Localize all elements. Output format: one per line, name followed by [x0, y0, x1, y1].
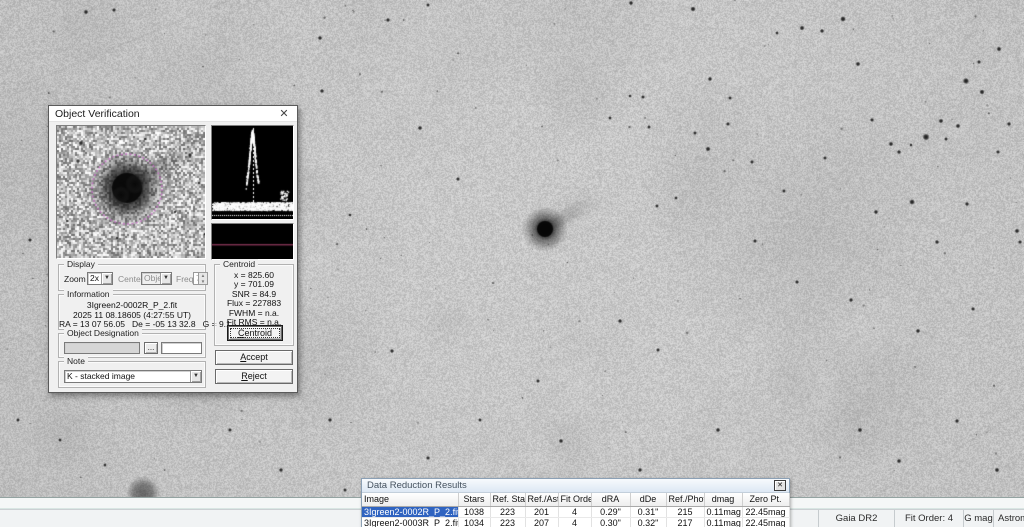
center-label: Center: [118, 274, 144, 284]
object-image-panel: [56, 125, 206, 259]
status-fit-order: Fit Order: 4: [894, 510, 963, 527]
designation-field-2[interactable]: [161, 342, 202, 354]
cell-dmag[interactable]: 0.11mag: [704, 506, 743, 518]
table-row[interactable]: 3Igreen2-0003R_P_2.fit 1034 223 207 4 0.30" 0.…: [362, 517, 790, 527]
col-ref-phot[interactable]: Ref./Phot.: [666, 493, 705, 507]
object-designation-group: Object Designation ...: [58, 328, 206, 358]
note-value: K - stacked image: [67, 371, 136, 381]
status-app: Astrome: [993, 510, 1024, 527]
display-group: Display Zoom 2x ▼ Center Object ▼ Freq. …: [58, 259, 208, 291]
object-designation-label: Object Designation: [64, 328, 142, 338]
freq-spinner: 7 ▲▼: [193, 272, 208, 285]
cell-dde[interactable]: 0.31": [630, 506, 667, 518]
object-image-canvas: [57, 126, 205, 258]
cell-stars[interactable]: 1034: [458, 517, 491, 527]
cell-zero_pt[interactable]: 22.45mag: [742, 506, 790, 518]
cell-image[interactable]: 3Igreen2-0002R_P_2.fit: [362, 506, 459, 518]
col-dra[interactable]: dRA: [591, 493, 631, 507]
col-zero-pt[interactable]: Zero Pt.: [742, 493, 790, 507]
results-table-body: 3Igreen2-0002R_P_2.fit 1038 223 201 4 0.29" 0.…: [362, 506, 790, 527]
results-table: Image Stars Ref. Stars Ref./Ast. Fit Ord…: [362, 493, 790, 527]
dialog-title-bar[interactable]: Object Verification ✕: [49, 106, 297, 122]
zoom-label: Zoom: [64, 274, 86, 284]
centroid-group: Centroid x = 825.60 y = 701.09 SNR = 84.…: [214, 259, 294, 346]
results-title-bar[interactable]: Data Reduction Results ✕: [362, 479, 789, 493]
background-slice-panel: [211, 223, 294, 260]
centroid-group-label: Centroid: [220, 259, 259, 269]
cell-stars[interactable]: 1038: [458, 506, 491, 518]
cell-dra[interactable]: 0.29": [591, 506, 631, 518]
zoom-value: 2x: [90, 273, 99, 283]
close-icon[interactable]: ✕: [774, 480, 786, 491]
slice-canvas: [212, 224, 293, 259]
spin-down-icon: ▼: [200, 278, 206, 284]
astrometrica-main-window: Object Verification ✕ Display Zoom 2x ▼: [0, 0, 1024, 527]
col-fit-order[interactable]: Fit Order: [558, 493, 592, 507]
cell-ref_stars[interactable]: 223: [490, 517, 526, 527]
col-image[interactable]: Image: [362, 493, 459, 507]
col-ref-ast[interactable]: Ref./Ast.: [525, 493, 559, 507]
cell-ref_ast[interactable]: 207: [525, 517, 559, 527]
psf-profile-panel: [211, 125, 294, 220]
reject-button[interactable]: Reject: [215, 369, 293, 384]
cell-dde[interactable]: 0.32": [630, 517, 667, 527]
data-reduction-results-window: Data Reduction Results ✕ Image Stars Ref…: [361, 478, 790, 527]
designation-field: [64, 342, 140, 354]
dialog-title: Object Verification: [55, 108, 140, 120]
object-verification-dialog: Object Verification ✕ Display Zoom 2x ▼: [48, 105, 298, 393]
cell-ref_ast[interactable]: 201: [525, 506, 559, 518]
cell-dmag[interactable]: 0.11mag: [704, 517, 743, 527]
zoom-select[interactable]: 2x ▼: [87, 272, 113, 285]
results-title: Data Reduction Results: [367, 480, 467, 491]
col-stars[interactable]: Stars: [458, 493, 491, 507]
cell-dra[interactable]: 0.30": [591, 517, 631, 527]
accept-button[interactable]: Accept: [215, 350, 293, 365]
table-row[interactable]: 3Igreen2-0002R_P_2.fit 1038 223 201 4 0.29" 0.…: [362, 506, 790, 518]
note-group: Note K - stacked image ▼: [58, 356, 206, 388]
col-dde[interactable]: dDe: [630, 493, 667, 507]
close-icon[interactable]: ✕: [277, 106, 291, 122]
note-group-label: Note: [64, 356, 88, 366]
cell-fit_order[interactable]: 4: [558, 506, 592, 518]
cell-ref_phot[interactable]: 215: [666, 506, 705, 518]
display-group-label: Display: [64, 259, 98, 269]
col-ref-stars[interactable]: Ref. Stars: [490, 493, 526, 507]
cell-fit_order[interactable]: 4: [558, 517, 592, 527]
psf-plot-canvas: [212, 126, 293, 219]
status-mag-band: G mag: [963, 510, 993, 527]
dialog-body: Display Zoom 2x ▼ Center Object ▼ Freq. …: [49, 123, 297, 392]
cell-ref_phot[interactable]: 217: [666, 517, 705, 527]
information-group: Information 3Igreen2-0002R_P_2.fit 2025 …: [58, 289, 231, 330]
status-catalog: Gaia DR2: [818, 510, 894, 527]
chevron-down-icon[interactable]: ▼: [190, 371, 201, 382]
centroid-button[interactable]: Centroid: [228, 326, 282, 340]
center-select: Object ▼: [141, 272, 172, 285]
cell-ref_stars[interactable]: 223: [490, 506, 526, 518]
information-group-label: Information: [64, 289, 113, 299]
chevron-down-icon[interactable]: ▼: [101, 273, 112, 284]
note-select[interactable]: K - stacked image ▼: [64, 370, 202, 383]
browse-button[interactable]: ...: [144, 342, 158, 354]
cell-zero_pt[interactable]: 22.45mag: [742, 517, 790, 527]
cell-image[interactable]: 3Igreen2-0003R_P_2.fit: [362, 517, 459, 527]
chevron-down-icon: ▼: [160, 273, 171, 284]
col-dmag[interactable]: dmag: [704, 493, 743, 507]
